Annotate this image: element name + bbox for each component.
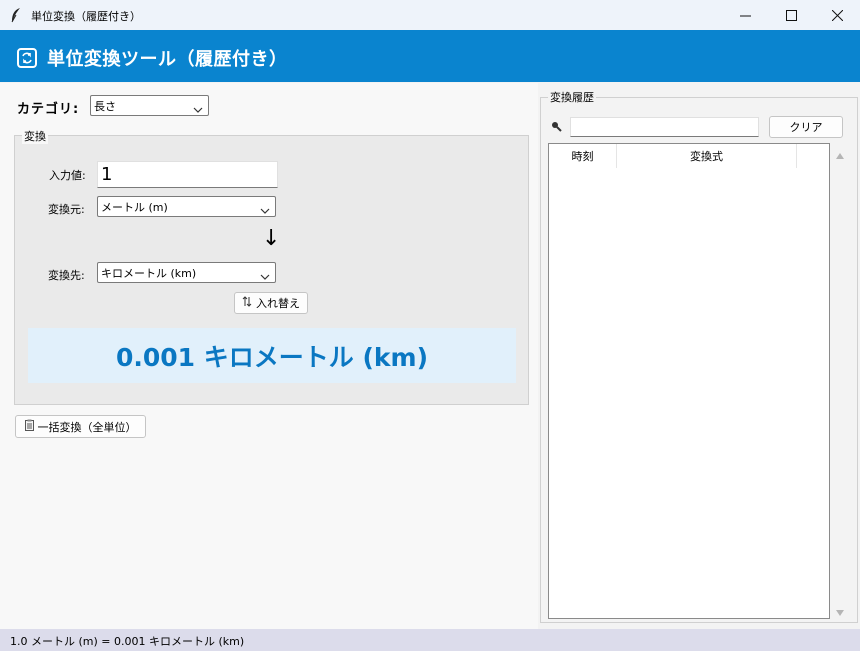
close-button[interactable] xyxy=(814,0,860,30)
from-unit-label: 変換元: xyxy=(48,203,85,216)
swap-arrows-icon xyxy=(242,296,252,310)
input-value-field[interactable]: 1 xyxy=(97,161,278,188)
convert-group: 変換 入力値: 1 変換元: メートル (m) ↓ 変換先: キロメートル (k… xyxy=(14,128,529,405)
down-arrow-icon: ↓ xyxy=(262,226,281,251)
chevron-down-icon xyxy=(260,204,270,214)
converter-pane: カテゴリ: 長さ 変換 入力値: 1 変換元: メートル (m) ↓ 変換先: … xyxy=(0,83,538,629)
to-unit-label: 変換先: xyxy=(48,269,85,282)
history-scrollbar[interactable] xyxy=(832,143,848,619)
clear-history-button[interactable]: クリア xyxy=(769,116,843,138)
chevron-down-icon xyxy=(193,103,203,113)
search-icon xyxy=(551,121,562,135)
close-icon xyxy=(831,9,843,21)
window-title: 単位変換（履歴付き） xyxy=(31,10,141,23)
convert-group-title: 変換 xyxy=(22,128,48,144)
category-label: カテゴリ: xyxy=(17,102,80,117)
result-panel: 0.001 キロメートル (km) xyxy=(28,328,516,383)
to-unit-select[interactable]: キロメートル (km) xyxy=(97,262,276,283)
scroll-down-icon[interactable] xyxy=(836,605,844,619)
column-header-time-label: 時刻 xyxy=(571,150,594,163)
status-bar: 1.0 メートル (m) = 0.001 キロメートル (km) xyxy=(0,629,860,651)
input-value-text: 1 xyxy=(101,164,113,185)
to-unit-value: キロメートル (km) xyxy=(101,266,197,280)
feather-icon xyxy=(10,7,22,23)
maximize-button[interactable] xyxy=(768,0,814,30)
batch-convert-button[interactable]: 一括変換（全単位） xyxy=(15,415,146,438)
swap-icon xyxy=(17,48,37,68)
category-value: 長さ xyxy=(94,99,116,113)
app-header: 単位変換ツール（履歴付き） xyxy=(0,30,860,82)
from-unit-select[interactable]: メートル (m) xyxy=(97,196,276,217)
swap-button[interactable]: 入れ替え xyxy=(234,292,308,314)
history-table[interactable]: 時刻 変換式 xyxy=(548,143,830,619)
maximize-icon xyxy=(785,9,797,21)
status-text: 1.0 メートル (m) = 0.001 キロメートル (km) xyxy=(10,635,245,648)
title-bar: 単位変換（履歴付き） xyxy=(0,0,860,30)
result-text: 0.001 キロメートル (km) xyxy=(115,343,428,372)
column-header-formula[interactable]: 変換式 xyxy=(617,144,797,168)
clear-history-label: クリア xyxy=(789,121,823,134)
history-pane: 変換履歴 クリア 時刻 変換式 xyxy=(538,83,860,629)
swap-button-label: 入れ替え xyxy=(256,297,300,310)
from-unit-value: メートル (m) xyxy=(101,200,168,214)
minimize-button[interactable] xyxy=(722,0,768,30)
history-search-input[interactable] xyxy=(570,117,759,137)
input-value-label: 入力値: xyxy=(49,169,86,182)
clipboard-icon xyxy=(24,419,34,434)
batch-convert-label: 一括変換（全単位） xyxy=(37,420,137,434)
minimize-icon xyxy=(739,10,751,21)
column-header-formula-label: 変換式 xyxy=(690,150,723,163)
history-title: 変換履歴 xyxy=(548,89,596,105)
column-header-time[interactable]: 時刻 xyxy=(549,144,617,168)
category-select[interactable]: 長さ xyxy=(90,95,209,116)
chevron-down-icon xyxy=(260,270,270,280)
scroll-up-icon[interactable] xyxy=(836,148,844,162)
page-title: 単位変換ツール（履歴付き） xyxy=(47,49,288,70)
